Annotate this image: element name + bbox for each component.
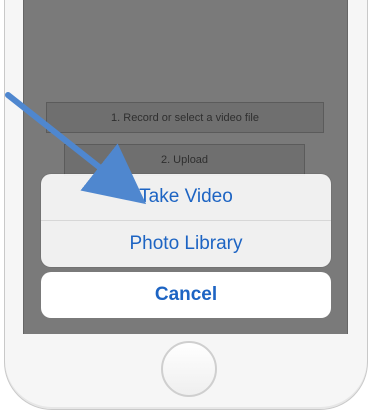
cancel-label: Cancel — [154, 284, 218, 305]
upload-button[interactable]: 2. Upload — [64, 144, 305, 176]
home-button-icon[interactable] — [161, 341, 217, 397]
upload-button-label: 2. Upload — [160, 154, 209, 166]
take-video-option[interactable]: Take Video — [41, 174, 331, 220]
cancel-button[interactable]: Cancel — [41, 272, 331, 318]
record-button[interactable]: 1. Record or select a video file — [46, 102, 324, 133]
annotated-screenshot: 1. Record or select a video file 2. Uplo… — [0, 0, 370, 411]
take-video-label: Take Video — [139, 186, 233, 207]
action-sheet-options: Take Video Photo Library — [41, 174, 331, 267]
record-button-label: 1. Record or select a video file — [111, 111, 259, 124]
phone-screen: 1. Record or select a video file 2. Uplo… — [23, 0, 348, 334]
photo-library-option[interactable]: Photo Library — [41, 221, 331, 267]
photo-library-label: Photo Library — [129, 233, 243, 254]
